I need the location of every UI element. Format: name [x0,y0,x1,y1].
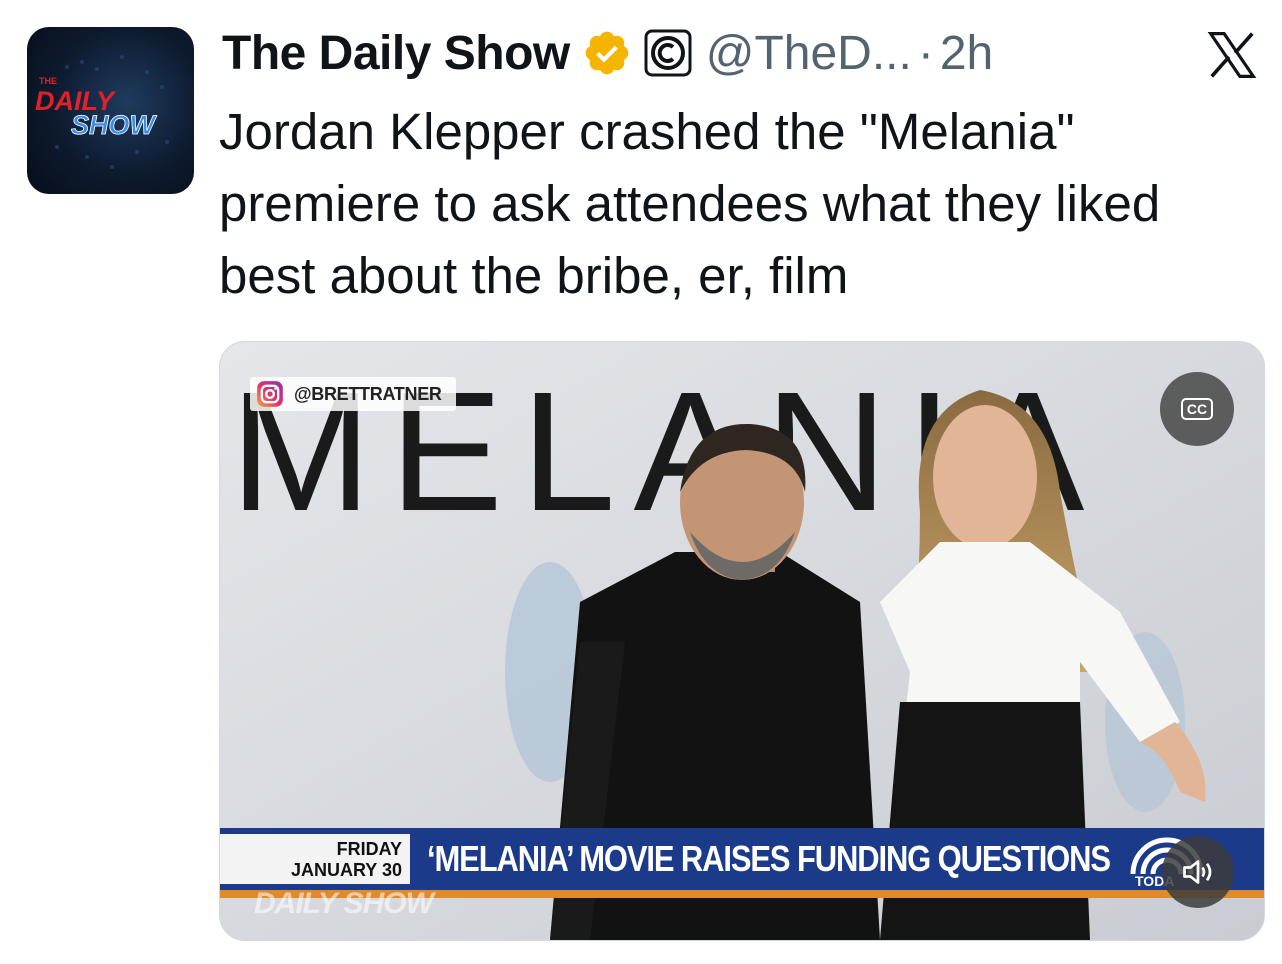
avatar[interactable]: THE DAILY SHOW [27,27,194,194]
instagram-handle: @BRETTRATNER [294,383,442,404]
tweet-text: Jordan Klepper crashed the "Melania" pre… [219,103,1161,304]
closed-captions-button[interactable]: CC [1160,372,1234,446]
watermark: DAILY SHOW [254,887,434,920]
separator-dot: · [917,26,934,80]
instagram-tag: @BRETTRATNER [250,377,456,411]
mute-button[interactable] [1162,836,1234,908]
caption-day: FRIDAY [336,839,402,859]
timestamp[interactable]: 2h [940,26,993,81]
handle[interactable]: @TheD... [706,26,912,81]
x-logo-icon[interactable] [1205,28,1259,82]
tweet-header: The Daily Show @TheD... · 2h [222,22,993,84]
instagram-icon [257,381,283,407]
display-name[interactable]: The Daily Show [222,26,570,81]
caption-date-box: FRIDAY JANUARY 30 [220,834,410,884]
avatar-show: SHOW [71,110,158,140]
video-player[interactable]: MELANIA @BRETTRATNER CC FRIDAY JANUARY 3 [219,341,1265,941]
verified-badge-icon [585,31,629,75]
cc-icon: CC [1180,398,1214,420]
avatar-the: THE [39,76,57,86]
speaker-icon [1183,860,1212,884]
caption-date: JANUARY 30 [290,860,402,880]
news-headline: ‘MELANIA’ MOVIE RAISES FUNDING QUESTIONS [427,838,1111,879]
comedy-central-icon[interactable] [644,29,692,77]
